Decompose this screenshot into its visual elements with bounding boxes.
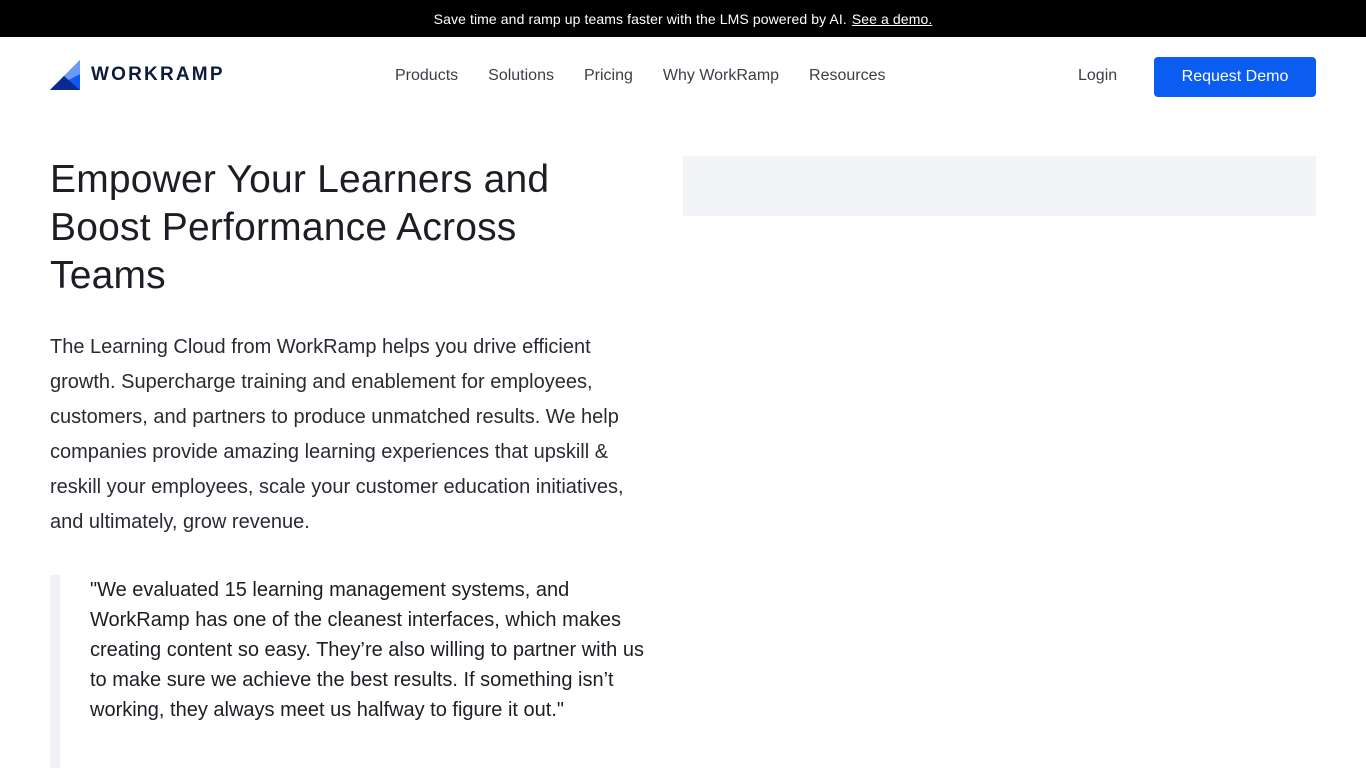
testimonial-quote: "We evaluated 15 learning management sys… — [50, 575, 650, 768]
hero-media-placeholder — [683, 156, 1316, 216]
workramp-logo[interactable]: WORKRAMP — [50, 60, 225, 90]
logo-wordmark: WORKRAMP — [91, 64, 225, 85]
workramp-logo-icon — [50, 60, 80, 90]
nav-item-solutions[interactable]: Solutions — [488, 65, 554, 87]
site-header: WORKRAMP Products Solutions Pricing Why … — [0, 37, 1366, 117]
hero-section: Empower Your Learners and Boost Performa… — [50, 156, 650, 540]
see-demo-link[interactable]: See a demo. — [852, 11, 933, 27]
hero-title: Empower Your Learners and Boost Performa… — [50, 158, 550, 297]
main-nav: Products Solutions Pricing Why WorkRamp … — [395, 65, 916, 87]
hero-description: The Learning Cloud from WorkRamp helps y… — [50, 336, 624, 533]
login-link[interactable]: Login — [1078, 65, 1117, 87]
nav-item-pricing[interactable]: Pricing — [584, 65, 633, 87]
nav-item-resources[interactable]: Resources — [809, 65, 885, 87]
testimonial-text: "We evaluated 15 learning management sys… — [90, 579, 644, 721]
banner-text: Save time and ramp up teams faster with … — [433, 10, 847, 27]
announcement-banner: Save time and ramp up teams faster with … — [0, 0, 1366, 37]
request-demo-button[interactable]: Request Demo — [1154, 57, 1316, 97]
nav-item-why-workramp[interactable]: Why WorkRamp — [663, 65, 779, 87]
nav-item-products[interactable]: Products — [395, 65, 458, 87]
